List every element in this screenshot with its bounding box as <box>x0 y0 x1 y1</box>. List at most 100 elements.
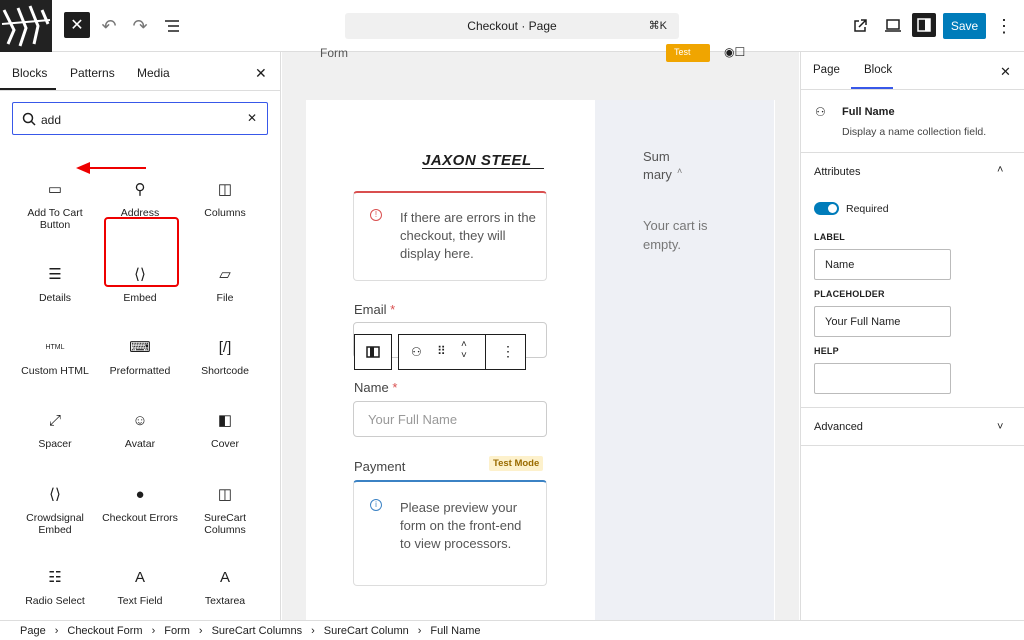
external-link-icon[interactable] <box>846 12 874 40</box>
divider <box>801 407 1024 408</box>
toggle-icon[interactable]: ◉☐ <box>724 45 745 59</box>
toolbar-divider <box>485 335 486 369</box>
preview-device-icon[interactable] <box>879 12 907 40</box>
settings-toggle-button[interactable] <box>912 13 936 37</box>
move-up-down-icon[interactable]: ˄ ˅ <box>461 339 467 361</box>
block-item[interactable]: ☺ Avatar <box>98 408 182 451</box>
block-options-icon[interactable]: ⋮ <box>501 343 515 360</box>
breadcrumb-item[interactable]: Form <box>164 625 190 637</box>
block-toolbar: ⚇ ⠿ ˄ ˅ ⋮ <box>398 334 526 370</box>
block-item-label: Custom HTML <box>21 365 89 377</box>
divider <box>801 445 1024 446</box>
embed-icon: ⟨⟩ <box>49 486 61 503</box>
info-icon: i <box>370 499 382 511</box>
name-field[interactable]: Your Full Name <box>353 401 547 437</box>
block-item[interactable]: ☰ Details <box>13 262 97 304</box>
chevron-up-icon[interactable]: ˄ <box>677 166 682 176</box>
columns-icon <box>366 346 380 358</box>
error-icon: ! <box>370 209 382 221</box>
close-icon: ✕ <box>70 17 84 34</box>
close-editor-button[interactable]: ✕ <box>64 12 90 38</box>
command-palette-button[interactable]: Checkout · Page ⌘K <box>345 13 679 39</box>
error-message: If there are errors in the checkout, the… <box>400 210 536 261</box>
breadcrumb-item[interactable]: SureCart Column <box>324 625 409 637</box>
divider <box>0 90 280 91</box>
block-item[interactable]: A Text Field <box>98 565 182 608</box>
close-inspector-icon[interactable]: ✕ <box>1000 64 1011 80</box>
tab-media[interactable]: Media <box>137 66 170 80</box>
shortcut-hint: ⌘K <box>648 20 667 32</box>
list-view-icon[interactable] <box>158 12 186 40</box>
clear-search-icon[interactable]: ✕ <box>247 111 257 125</box>
block-item[interactable]: ⌨ Preformatted <box>98 335 182 377</box>
redo-icon[interactable]: ↷ <box>126 12 154 40</box>
folder-icon: ▱ <box>219 266 231 283</box>
block-item[interactable]: ◫ SureCart Columns <box>183 482 267 536</box>
required-toggle[interactable] <box>814 202 839 215</box>
users-icon[interactable]: ⚇ <box>411 345 422 359</box>
breadcrumb-item[interactable]: Full Name <box>430 625 480 637</box>
block-item-label: Textarea <box>204 595 246 607</box>
block-item-label: Avatar <box>124 438 156 450</box>
block-item[interactable]: ▭ Add To Cart Button <box>13 177 97 231</box>
chevron-down-icon[interactable]: ˅ <box>997 421 1003 433</box>
placeholder-input[interactable]: Your Full Name <box>814 306 951 337</box>
block-item[interactable]: ⟨⟩ Crowdsignal Embed <box>13 482 97 536</box>
form-label: Form <box>320 46 348 60</box>
breadcrumb-separator-icon: › <box>151 624 156 637</box>
block-item[interactable]: A Textarea <box>183 565 267 608</box>
block-item[interactable]: ⚲ Address <box>98 177 182 219</box>
checkout-errors-block[interactable]: ! If there are errors in the checkout, t… <box>353 191 547 281</box>
button-icon: ▭ <box>47 181 63 198</box>
breadcrumb-separator-icon: › <box>54 624 59 637</box>
test-mode-badge: Test Mode <box>489 456 544 471</box>
form-block-header[interactable]: Form Test ◉☐ <box>306 44 775 75</box>
undo-icon[interactable]: ↶ <box>95 12 123 40</box>
block-item[interactable]: ☷ Radio Select <box>13 565 97 607</box>
block-description: Display a name collection field. <box>842 126 987 138</box>
attributes-section-title[interactable]: Attributes <box>814 166 860 178</box>
save-button[interactable]: Save <box>943 13 986 39</box>
more-options-icon[interactable]: ⋮ <box>990 12 1018 40</box>
editor-canvas: Form Test ◉☐ Summary ˄ Your cart is empt… <box>282 44 799 620</box>
drag-handle-icon[interactable]: ⠿ <box>437 344 446 358</box>
name-label: Name * <box>354 380 398 395</box>
payment-block[interactable]: i Please preview your form on the front-… <box>353 480 547 586</box>
site-logo[interactable] <box>0 0 52 52</box>
chevron-up-icon[interactable]: ˄ <box>997 164 1003 176</box>
block-item[interactable]: ▱ File <box>183 262 267 304</box>
annotation-highlight <box>104 217 179 287</box>
breadcrumb-item[interactable]: SureCart Columns <box>212 625 302 637</box>
tab-patterns[interactable]: Patterns <box>70 66 115 80</box>
block-item-label: Crowdsignal Embed <box>26 512 84 536</box>
close-inserter-icon[interactable]: ✕ <box>255 65 267 82</box>
tab-blocks[interactable]: Blocks <box>12 66 47 80</box>
block-item[interactable]: ● Checkout Errors <box>98 482 182 525</box>
test-badge[interactable]: Test <box>666 44 710 62</box>
block-item-label: Columns <box>204 207 246 219</box>
toggle-knob <box>828 204 837 213</box>
placeholder-title: PLACEHOLDER <box>814 289 885 299</box>
block-search-input[interactable]: add ✕ <box>12 102 268 135</box>
logo-underline <box>422 168 544 169</box>
block-item-label: Checkout Errors <box>102 512 178 524</box>
block-item[interactable]: HTML Custom HTML <box>13 335 97 378</box>
breadcrumb-item[interactable]: Page <box>20 625 46 637</box>
block-item[interactable]: ◧ Cover <box>183 408 267 450</box>
divider <box>801 152 1024 153</box>
block-parent-button[interactable] <box>354 334 392 370</box>
help-input[interactable] <box>814 363 951 394</box>
users-icon: ⚇ <box>815 105 826 119</box>
summary-title[interactable]: Summary <box>643 148 673 184</box>
tab-page[interactable]: Page <box>813 64 840 76</box>
advanced-section-title[interactable]: Advanced <box>814 421 863 433</box>
block-item[interactable]: ⤢ Spacer <box>13 408 97 451</box>
tab-block[interactable]: Block <box>864 64 892 76</box>
block-item[interactable]: ◫ Columns <box>183 177 267 219</box>
label-input[interactable]: Name <box>814 249 951 280</box>
sidebar-icon <box>917 18 931 32</box>
block-item[interactable]: [/] Shortcode <box>183 335 267 378</box>
spacer-icon: ⤢ <box>48 411 61 429</box>
block-item-label: Cover <box>210 438 239 450</box>
breadcrumb-item[interactable]: Checkout Form <box>67 625 142 637</box>
